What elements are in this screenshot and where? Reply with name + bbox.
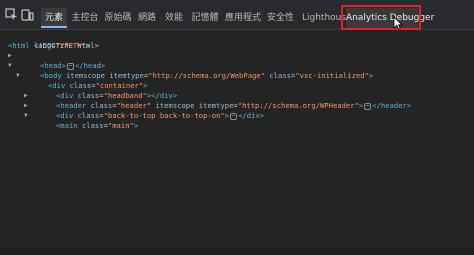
collapse-arrow-icon[interactable]: ▼ bbox=[24, 111, 30, 121]
devtools-panel: 元素 主控台 原始碼 網路 效能 記憶體 應用程式 安全性 Lighthouse… bbox=[0, 0, 474, 255]
tab-sources[interactable]: 原始碼 bbox=[104, 8, 132, 28]
tab-memory[interactable]: 記憶體 bbox=[190, 8, 220, 28]
dom-node-head[interactable]: ▶ <head> ⋯ </head> bbox=[0, 51, 474, 70]
dom-node-headband[interactable]: <div class="headband"></div> bbox=[0, 81, 474, 100]
tab-lighthouse[interactable]: Lighthouse bbox=[302, 8, 352, 28]
inspect-element-icon[interactable] bbox=[5, 8, 18, 21]
elements-dom-tree[interactable]: <!DOCTYPE html> <html lang="zh-TW"> ▶ <he… bbox=[0, 31, 474, 130]
main-class-attr: class bbox=[81, 121, 104, 130]
tab-security[interactable]: 安全性 bbox=[266, 8, 295, 28]
dom-node-back-to-top[interactable]: ▶ <div class="back-to-top back-to-top-on"… bbox=[0, 101, 474, 120]
expand-arrow-icon[interactable]: ▶ bbox=[24, 91, 30, 101]
main-class-value: "main" bbox=[107, 121, 134, 130]
html-tag-close: > bbox=[85, 41, 91, 50]
html-lang-value: "zh-TW" bbox=[55, 41, 86, 50]
collapse-arrow-icon[interactable]: ▼ bbox=[8, 61, 14, 71]
tab-performance[interactable]: 效能 bbox=[163, 8, 185, 28]
tab-analytics-debugger[interactable]: Analytics Debugger bbox=[346, 8, 434, 28]
main-tag-close: > bbox=[133, 121, 139, 130]
device-toolbar-icon[interactable] bbox=[21, 8, 34, 21]
expand-arrow-icon[interactable]: ▶ bbox=[24, 101, 30, 111]
html-tag: <html bbox=[8, 41, 30, 50]
html-lang-attr: lang bbox=[33, 41, 52, 50]
dom-node-main[interactable]: ▼ <main class="main"> bbox=[0, 111, 474, 130]
collapse-arrow-icon[interactable]: ▼ bbox=[16, 71, 22, 81]
dom-node-container[interactable]: ▼ <div class="container"> bbox=[0, 71, 474, 90]
tab-elements[interactable]: 元素 bbox=[41, 8, 67, 28]
main-tag: <main bbox=[55, 121, 78, 130]
dom-node-header[interactable]: ▶ <header class="header" itemscope itemty… bbox=[0, 91, 474, 110]
mouse-cursor-icon bbox=[393, 16, 403, 30]
tab-application[interactable]: 應用程式 bbox=[224, 8, 262, 28]
tab-network[interactable]: 網路 bbox=[136, 8, 158, 28]
dom-node-html[interactable]: <html lang="zh-TW"> bbox=[0, 41, 474, 51]
expand-arrow-icon[interactable]: ▶ bbox=[8, 51, 14, 61]
dom-node-doctype[interactable]: <!DOCTYPE html> bbox=[0, 31, 474, 50]
tab-console[interactable]: 主控台 bbox=[71, 8, 99, 28]
dom-node-body[interactable]: ▼ <body itemscope itemtype="http://schema… bbox=[0, 61, 474, 80]
bottom-gutter bbox=[0, 247, 474, 255]
